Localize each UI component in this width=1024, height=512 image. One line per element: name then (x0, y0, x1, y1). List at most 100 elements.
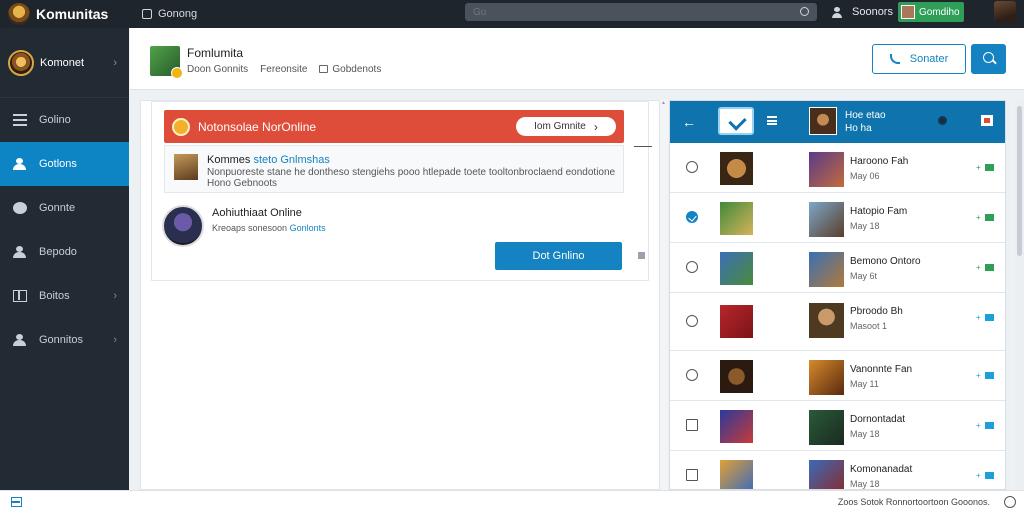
right-panel: ← Hoe etao Ho ha Haroono Fah May 06 + Hat… (669, 100, 1006, 490)
list-item[interactable]: Dornontadat May 18 + (670, 401, 1005, 451)
profile-avatar (8, 49, 34, 76)
call-button-label: Sonater (909, 53, 949, 65)
badge-avatar (901, 5, 915, 19)
sidebar-item-2[interactable]: Gotlons (0, 142, 129, 186)
row-name: Haroono Fah (850, 156, 909, 167)
sidebar-item-6[interactable]: Gonnitos › (0, 318, 129, 362)
list-icon (13, 114, 27, 126)
row-sub: May 6t (850, 271, 878, 281)
sidebar-item-label: Gonnte (39, 202, 76, 214)
notice-title-main: Kommes (207, 154, 254, 166)
status-indicator: + (976, 163, 994, 172)
list-item[interactable]: Bemono Ontoro May 6t + (670, 243, 1005, 293)
player-avatar (809, 152, 844, 187)
badge-label: Gomdiho (919, 6, 960, 18)
primary-action-button[interactable]: Dot Gnlino (495, 242, 622, 270)
sidebar-item-1[interactable]: Golino (0, 98, 129, 142)
game-icon (720, 202, 753, 235)
sidebar-item-label: Gotlons (39, 158, 77, 170)
call-button[interactable]: Sonater (872, 44, 966, 74)
page-title: Fomlumita (187, 46, 244, 60)
sidebar-item-5[interactable]: Boitos › (0, 274, 129, 318)
status-indicator: + (976, 313, 994, 322)
header-game-name-line: Ho ha (845, 123, 872, 134)
chevron-right-icon: › (113, 290, 117, 302)
notice-body: Nonpuoreste stane he dontheso stengiehs … (207, 167, 616, 189)
list-item[interactable]: Komonanadat May 18 + (670, 451, 1005, 489)
row-sub: May 11 (850, 379, 879, 389)
checkbox[interactable] (686, 419, 698, 431)
sidebar-item-4[interactable]: Bepodo (0, 230, 129, 274)
alert-banner: Notonsolae NorOnline Iom Gmnite (164, 110, 624, 143)
radio-button[interactable] (686, 315, 698, 327)
radio-button[interactable] (686, 261, 698, 273)
game-icon (720, 252, 753, 285)
user-meta-link[interactable]: Gonlonts (290, 223, 326, 233)
header-game-thumbnail (809, 107, 837, 135)
checkbox[interactable] (686, 469, 698, 481)
right-panel-scrollbar[interactable] (1015, 100, 1024, 490)
radio-button[interactable] (686, 161, 698, 173)
radio-button[interactable] (686, 369, 698, 381)
notice-box: Kommes steto Gnlmshas Nonpuoreste stane … (164, 145, 624, 193)
top-user-label[interactable]: Soonors (852, 6, 893, 18)
row-sub: May 06 (850, 171, 880, 181)
meta-item: Doon Gonnits (187, 64, 249, 75)
top-avatar[interactable] (994, 1, 1016, 23)
coin-icon (172, 117, 190, 136)
list-item[interactable]: Vanonnte Fan May 11 + (670, 351, 1005, 401)
row-name: Dornontadat (850, 414, 906, 425)
main-scrollbar[interactable] (660, 100, 668, 490)
content-card: Notonsolae NorOnline Iom Gmnite Kommes s… (151, 101, 649, 281)
top-badge[interactable]: Gomdiho (898, 2, 964, 22)
user-row: Aohiuthiaat Online Kreoaps sonesoon Gonl… (162, 205, 326, 247)
flag-icon[interactable] (981, 115, 993, 126)
status-indicator: + (976, 263, 994, 272)
user-avatar[interactable] (162, 205, 204, 247)
game-icon (720, 460, 753, 489)
alert-text: Notonsolae NorOnline (198, 119, 317, 134)
game-icon (720, 410, 753, 443)
small-square-icon (638, 252, 645, 259)
sidebar-profile-name: Komonet (40, 56, 85, 69)
right-panel-header: ← Hoe etao Ho ha (670, 101, 1005, 143)
alert-action-button[interactable]: Iom Gmnite (516, 117, 616, 136)
row-sub: Masoot 1 (850, 321, 888, 331)
list-icon[interactable] (767, 116, 777, 125)
sidebar-item-label: Boitos (39, 290, 70, 302)
player-avatar (809, 252, 844, 287)
back-arrow-icon[interactable]: ← (682, 114, 696, 130)
calendar-icon (319, 65, 329, 73)
sidebar: Komonet › Golino Gotlons Gonnte Bepodo B… (0, 28, 129, 490)
footer-text: Zoos Sotok Ronnortoortoon Gooonos. (837, 497, 990, 507)
sidebar-item-3[interactable]: Gonnte (0, 186, 129, 230)
notice-title: Kommes steto Gnlmshas (207, 154, 330, 166)
globe-icon[interactable] (1004, 496, 1016, 508)
user-icon[interactable] (832, 7, 842, 18)
game-icon (720, 305, 753, 338)
radio-button[interactable] (686, 211, 698, 223)
brand[interactable]: Komunitas (0, 3, 130, 25)
game-icon (720, 360, 753, 393)
user-meta: Kreoaps sonesoon Gonlonts (212, 223, 326, 233)
check-tab-button[interactable] (718, 107, 754, 135)
sidebar-profile[interactable]: Komonet › (0, 28, 129, 98)
header-game-name: Hoe etao Ho ha (845, 109, 886, 135)
header-search-button[interactable] (971, 44, 1006, 74)
phone-icon (889, 54, 900, 64)
meta-item-with-icon: Gobdenots (319, 64, 381, 75)
list-item[interactable]: Haroono Fah May 06 + (670, 143, 1005, 193)
notice-title-link[interactable]: steto Gnlmshas (253, 154, 329, 166)
header-game-name-line: Hoe etao (845, 110, 886, 121)
list-item[interactable]: Hatopio Fam May 18 + (670, 193, 1005, 243)
box-icon (13, 290, 27, 302)
search-input[interactable] (473, 6, 773, 18)
search-icon[interactable] (800, 7, 809, 16)
list-item[interactable]: Pbroodo Bh Masoot 1 + (670, 293, 1005, 351)
row-name: Komonanadat (850, 464, 913, 475)
page-meta: Doon Gonnits Fereonsite Gobdenots (187, 64, 381, 75)
sidebar-item-label: Gonnitos (39, 334, 84, 346)
panel-toggle-icon[interactable] (11, 497, 22, 507)
search-bar[interactable] (465, 3, 817, 21)
top-nav-item[interactable]: Gonong (142, 8, 197, 20)
